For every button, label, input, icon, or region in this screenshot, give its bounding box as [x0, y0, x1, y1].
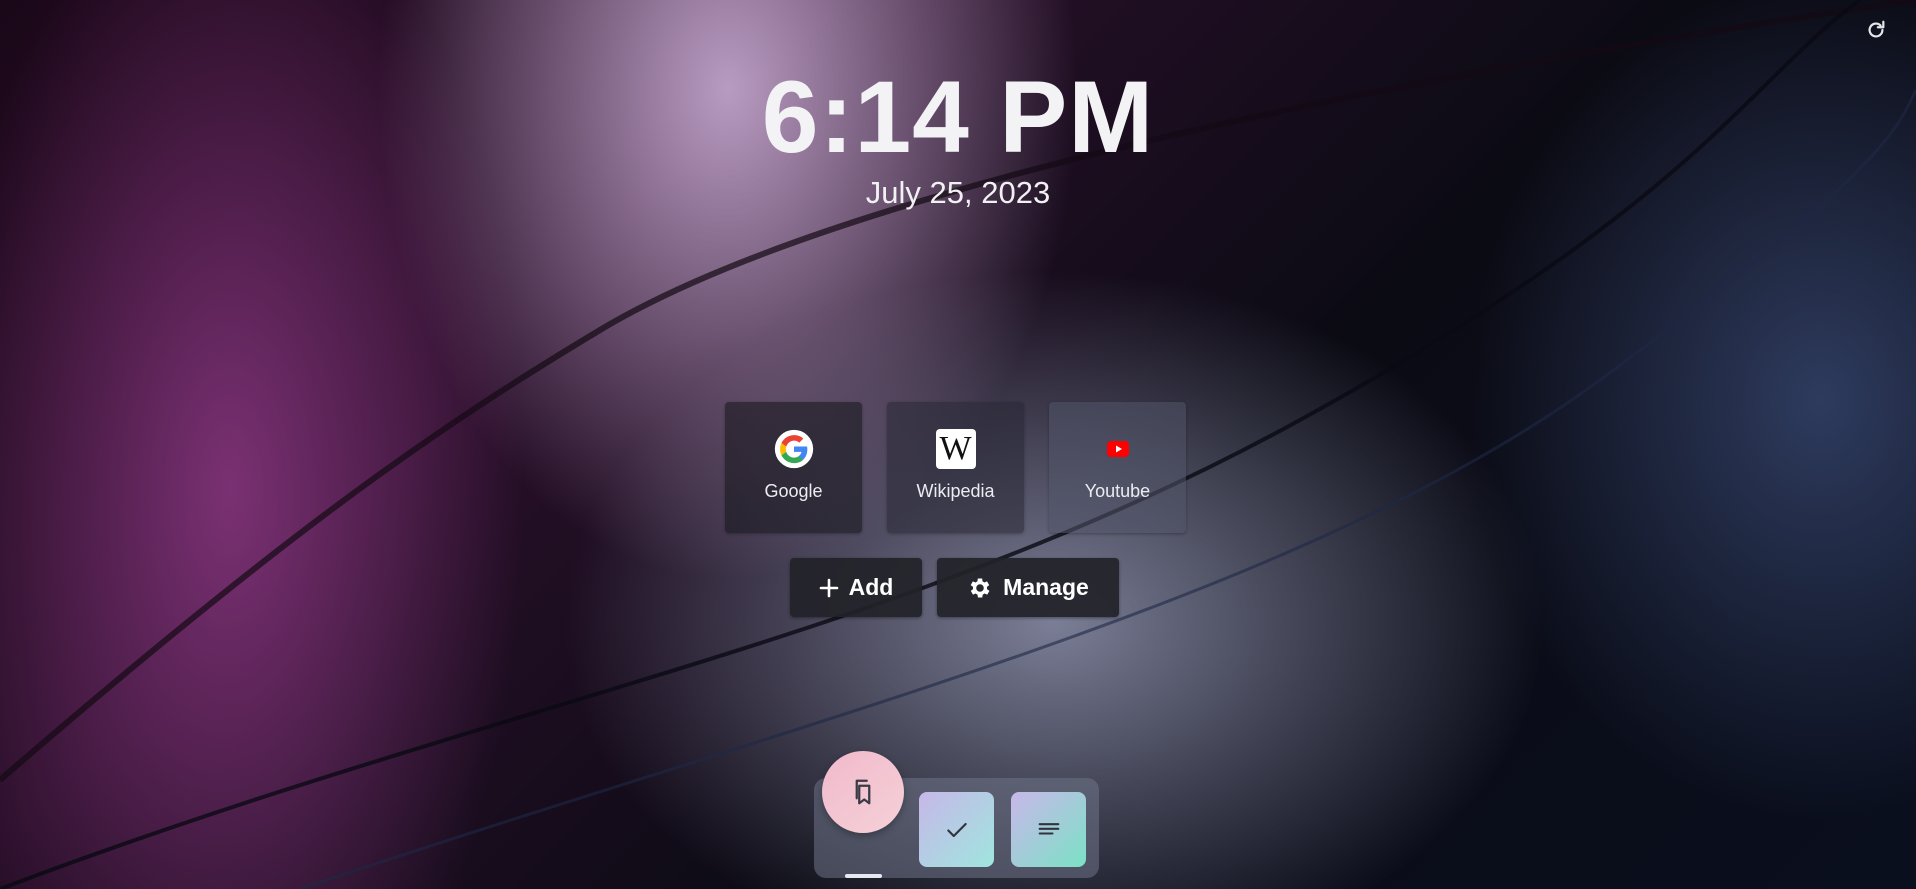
shortcut-label: Wikipedia [916, 481, 995, 501]
refresh-button[interactable] [1862, 16, 1890, 44]
shortcut-wikipedia[interactable]: W Wikipedia [887, 402, 1024, 533]
bookmarks-icon [855, 779, 871, 805]
clock-time: 6:14 PM [761, 60, 1155, 174]
dock-todo-button[interactable] [919, 792, 994, 867]
shortcut-actions: Add Manage [790, 558, 1119, 617]
wikipedia-logo-letter: W [935, 429, 976, 469]
youtube-icon [1098, 429, 1138, 469]
checkmark-icon [946, 822, 967, 837]
add-button-label: Add [848, 574, 894, 600]
manage-shortcuts-button[interactable]: Manage [937, 558, 1119, 617]
dock-notes-button[interactable] [1011, 792, 1086, 867]
add-shortcut-button[interactable]: Add [790, 558, 922, 617]
wikipedia-icon: W [935, 429, 976, 469]
plus-icon [819, 578, 838, 597]
shortcut-label: Youtube [1084, 481, 1151, 501]
dock-active-indicator [845, 874, 882, 878]
clock-date: July 25, 2023 [865, 175, 1051, 210]
shortcut-grid: Google W Wikipedia Youtube [725, 402, 1186, 533]
shortcut-youtube[interactable]: Youtube [1049, 402, 1186, 533]
shortcut-google[interactable]: Google [725, 402, 862, 533]
shortcut-label: Google [764, 481, 823, 501]
gear-icon [970, 577, 990, 598]
manage-button-label: Manage [1003, 574, 1089, 600]
notes-icon [1038, 822, 1059, 835]
google-icon [774, 429, 814, 469]
dock-bookmarks-button[interactable] [822, 751, 904, 833]
refresh-icon [1868, 20, 1885, 38]
